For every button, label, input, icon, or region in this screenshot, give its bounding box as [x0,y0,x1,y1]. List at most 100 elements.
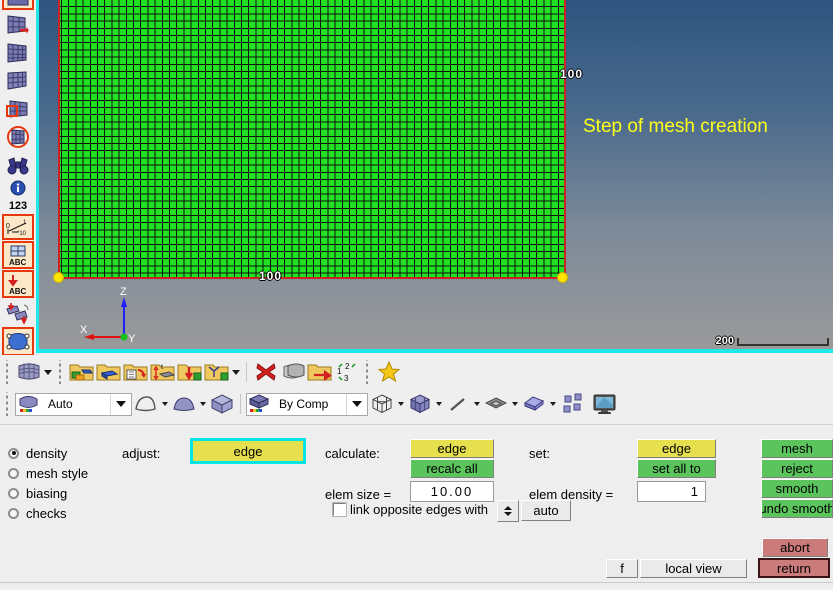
link-opposite-edges-spinner[interactable] [497,500,519,522]
node-marker-left[interactable] [53,272,64,283]
toolbar-row-1: t 2 1 3 [0,355,833,389]
svg-text:ABC: ABC [9,287,27,295]
abc-window-icon[interactable]: ABC [2,241,34,269]
mesh-grid[interactable] [58,0,566,279]
mesh-grid-1-icon[interactable] [4,39,32,66]
reject-button[interactable]: reject [761,459,833,478]
dimension-label-bottom: 100 [259,269,283,283]
color-by-value: By Comp [279,397,329,411]
set-all-to-button[interactable]: set all to [637,459,716,478]
elem-density-input[interactable]: 1 [637,481,706,502]
adjust-label: adjust: [122,446,161,461]
number-123-icon[interactable]: 123 [4,198,32,213]
layers-icon[interactable] [279,359,306,386]
f-button[interactable]: f [606,559,638,578]
folder-open-red-icon[interactable] [306,359,333,386]
scale-bar-value: 200 [715,335,734,347]
mesh-3d-icon[interactable] [15,359,42,386]
elem-size-label: elem size = [325,487,392,502]
set-label: set: [529,446,550,461]
folder-components-icon[interactable] [68,359,95,386]
surface-wire-dropdown-arrow-icon[interactable] [159,391,170,418]
toolbar-grip-1[interactable] [3,360,12,384]
solid-element-dropdown-arrow-icon[interactable] [547,391,558,418]
renumber-123-icon[interactable]: 2 1 3 [333,359,360,386]
radio-biasing[interactable] [8,487,19,499]
set-edge-button[interactable]: edge [637,439,716,458]
radio-density[interactable] [8,447,19,459]
radio-row-checks[interactable]: checks [8,503,88,523]
mesh-circle-icon[interactable] [4,123,32,150]
radio-row-density[interactable]: density [8,443,88,463]
cube-shaded-dropdown-arrow-icon[interactable] [433,391,444,418]
mesh-zoom-box-icon[interactable] [4,95,32,122]
monitor-icon[interactable] [590,391,620,418]
elem-size-input[interactable]: 10.00 [410,481,494,502]
radio-row-mesh-style[interactable]: mesh style [8,463,88,483]
recalc-all-button[interactable]: recalc all [410,459,494,478]
delete-x-icon[interactable] [252,359,279,386]
toolbar-grip-3[interactable] [363,360,372,384]
svg-text:ABC: ABC [9,258,27,266]
mesh-edit-clipped-icon[interactable] [2,0,34,10]
line-element-icon[interactable] [444,391,471,418]
radio-row-biasing[interactable]: biasing [8,483,88,503]
surface-shaded-dropdown-arrow-icon[interactable] [197,391,208,418]
color-by-dropdown-arrow-icon[interactable] [346,393,367,415]
local-view-button[interactable]: local view [640,559,747,578]
folder-materials-icon[interactable] [122,359,149,386]
surface-wire-icon[interactable] [132,391,159,418]
link-opposite-edges-checkbox[interactable] [332,502,347,517]
color-by-combo[interactable]: By Comp [246,392,368,416]
toolbar-row-2: Auto By Comp [0,387,833,421]
smooth-button[interactable]: smooth [761,479,833,498]
swap-elements-icon[interactable] [4,299,32,326]
mesh-arrow-icon[interactable] [4,11,32,38]
toolbar-grip-4[interactable] [3,392,12,416]
star-favorite-icon[interactable] [375,359,402,386]
radio-checks[interactable] [8,507,19,519]
cube-shaded-icon[interactable] [406,391,433,418]
cube-wire-dropdown-arrow-icon[interactable] [395,391,406,418]
graphics-viewport[interactable]: 100 100 Step of mesh creation Z X Y 200 [36,0,833,352]
folder-properties-icon[interactable] [95,359,122,386]
svg-text:X: X [80,324,88,336]
solid-element-icon[interactable] [520,391,547,418]
toolbar-grip-2[interactable] [56,360,65,384]
auto-button[interactable]: auto [521,500,571,521]
undo-smooth-button[interactable]: undo smooth [761,499,833,518]
return-button[interactable]: return [758,558,830,578]
radio-label-mesh-style: mesh style [26,465,89,481]
folder-import-icon[interactable] [176,359,203,386]
svg-text:3: 3 [344,374,349,383]
folder-thickness-icon[interactable]: t [149,359,176,386]
dimension-angle-icon[interactable]: 0 1 *10 [2,214,34,240]
shading-mode-value: Auto [48,397,73,411]
folder-assembly-dropdown-arrow-icon[interactable] [230,359,241,386]
shading-mode-combo[interactable]: Auto [15,392,132,416]
panel-bottom-divider [0,582,833,583]
shading-mode-dropdown-arrow-icon[interactable] [110,393,131,415]
calculate-edge-button[interactable]: edge [410,439,494,458]
line-element-dropdown-arrow-icon[interactable] [471,391,482,418]
mode-radio-group: density mesh style biasing checks [8,443,88,523]
adjust-edge-button[interactable]: edge [190,438,306,464]
shell-element-dropdown-arrow-icon[interactable] [509,391,520,418]
cube-wire-icon[interactable] [368,391,395,418]
folder-assembly-icon[interactable] [203,359,230,386]
solid-cube-icon[interactable] [208,391,235,418]
mesh-button[interactable]: mesh [761,439,833,458]
abort-button[interactable]: abort [762,538,828,557]
abc-arrow-icon[interactable]: ABC [2,270,34,298]
surface-patch-icon[interactable] [2,327,34,355]
node-marker-right[interactable] [557,272,568,283]
mesh-grid-2-icon[interactable] [4,67,32,94]
info-circle-icon[interactable] [4,179,32,197]
mask-icon[interactable] [558,391,590,418]
shell-element-icon[interactable] [482,391,509,418]
surface-shaded-icon[interactable] [170,391,197,418]
binoculars-icon[interactable] [4,151,32,178]
mesh-3d-dropdown-arrow-icon[interactable] [42,359,53,386]
viewport-bottom-frame [36,349,833,353]
radio-mesh-style[interactable] [8,467,19,479]
